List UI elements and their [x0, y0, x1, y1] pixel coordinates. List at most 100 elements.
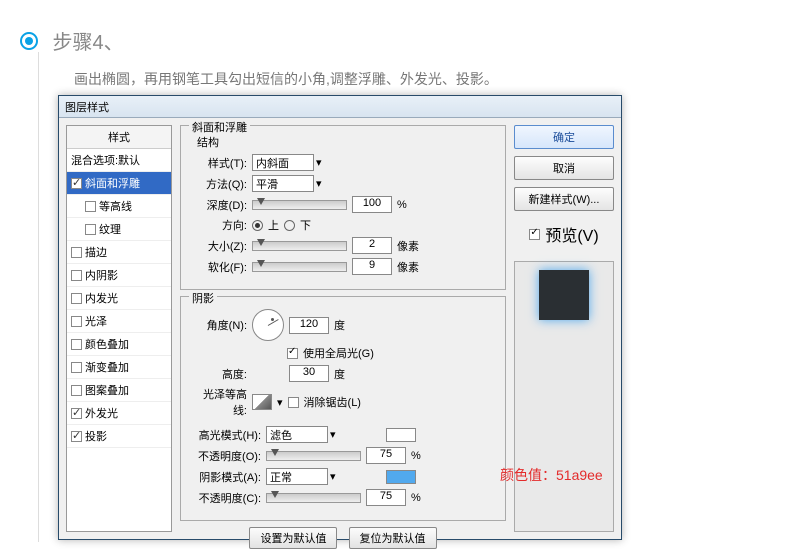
default-buttons-row: 设置为默认值 复位为默认值	[180, 527, 506, 549]
soften-input[interactable]: 9	[352, 258, 392, 275]
angle-label: 角度(N):	[191, 317, 247, 333]
preview-checkbox[interactable]	[529, 229, 540, 240]
depth-input[interactable]: 100	[352, 196, 392, 213]
shading-group: 阴影 角度(N): 120 度 使用全局光(G) 高度: 30 度	[180, 296, 506, 521]
style-list-item[interactable]: 颜色叠加	[67, 333, 171, 356]
shadow-color-swatch[interactable]	[386, 470, 416, 484]
style-checkbox[interactable]	[71, 316, 82, 327]
shadow-opacity-slider[interactable]	[266, 493, 361, 503]
style-list-item[interactable]: 混合选项:默认	[67, 149, 171, 172]
style-item-label: 投影	[85, 428, 107, 444]
step-connector-line	[38, 52, 39, 542]
set-default-button[interactable]: 设置为默认值	[249, 527, 337, 549]
direction-down-label: 下	[300, 217, 311, 233]
style-item-label: 斜面和浮雕	[85, 175, 140, 191]
reset-default-button[interactable]: 复位为默认值	[349, 527, 437, 549]
size-input[interactable]: 2	[352, 237, 392, 254]
style-checkbox[interactable]	[71, 339, 82, 350]
soften-label: 软化(F):	[191, 259, 247, 275]
step-bullet-icon	[20, 32, 38, 50]
style-checkbox[interactable]	[85, 201, 96, 212]
direction-label: 方向:	[191, 217, 247, 233]
style-select[interactable]: 内斜面	[252, 154, 314, 171]
style-list-header: 样式	[67, 126, 171, 149]
caret-down-icon[interactable]: ▾	[316, 156, 322, 169]
bevel-group: 斜面和浮雕 结构 样式(T): 内斜面▾ 方法(Q): 平滑▾ 深度(D): 1…	[180, 125, 506, 290]
style-list-item[interactable]: 渐变叠加	[67, 356, 171, 379]
preview-thumbnail	[539, 270, 589, 320]
highlight-mode-select[interactable]: 滤色	[266, 426, 328, 443]
angle-unit: 度	[334, 317, 358, 333]
style-item-label: 图案叠加	[85, 382, 129, 398]
preview-area	[514, 261, 614, 532]
style-list-item[interactable]: 光泽	[67, 310, 171, 333]
style-item-label: 渐变叠加	[85, 359, 129, 375]
style-item-label: 描边	[85, 244, 107, 260]
structure-legend: 结构	[197, 134, 495, 150]
altitude-label: 高度:	[191, 366, 247, 382]
new-style-button[interactable]: 新建样式(W)...	[514, 187, 614, 211]
style-item-label: 外发光	[85, 405, 118, 421]
angle-knob[interactable]	[252, 309, 284, 341]
depth-label: 深度(D):	[191, 197, 247, 213]
highlight-opacity-input[interactable]: 75	[366, 447, 406, 464]
options-panel: 斜面和浮雕 结构 样式(T): 内斜面▾ 方法(Q): 平滑▾ 深度(D): 1…	[180, 125, 506, 532]
altitude-unit: 度	[334, 366, 358, 382]
method-select[interactable]: 平滑	[252, 175, 314, 192]
style-list-item[interactable]: 等高线	[67, 195, 171, 218]
dialog-titlebar[interactable]: 图层样式	[59, 96, 621, 118]
caret-down-icon[interactable]: ▾	[316, 177, 322, 190]
antialias-label: 消除锯齿(L)	[304, 394, 361, 410]
highlight-opacity-unit: %	[411, 450, 435, 462]
style-list-item[interactable]: 投影	[67, 425, 171, 448]
style-list-item[interactable]: 图案叠加	[67, 379, 171, 402]
shadow-opacity-input[interactable]: 75	[366, 489, 406, 506]
style-checkbox[interactable]	[71, 362, 82, 373]
preview-label: 预览(V)	[545, 222, 598, 246]
shadow-opacity-label: 不透明度(C):	[191, 490, 261, 506]
caret-down-icon[interactable]: ▾	[330, 470, 336, 483]
shadow-mode-select[interactable]: 正常	[266, 468, 328, 485]
style-checkbox[interactable]	[71, 247, 82, 258]
size-slider[interactable]	[252, 241, 347, 251]
style-item-label: 内发光	[85, 290, 118, 306]
style-checkbox[interactable]	[71, 178, 82, 189]
style-checkbox[interactable]	[71, 293, 82, 304]
style-item-label: 混合选项:默认	[71, 152, 140, 168]
shadow-mode-label: 阴影模式(A):	[191, 469, 261, 485]
step-description: 画出椭圆，再用钢笔工具勾出短信的小角,调整浮雕、外发光、投影。	[74, 69, 800, 89]
style-checkbox[interactable]	[71, 270, 82, 281]
style-checkbox[interactable]	[85, 224, 96, 235]
step-title: 步骤4、	[52, 32, 123, 54]
soften-slider[interactable]	[252, 262, 347, 272]
style-list-item[interactable]: 斜面和浮雕	[67, 172, 171, 195]
depth-slider[interactable]	[252, 200, 347, 210]
cancel-button[interactable]: 取消	[514, 156, 614, 180]
bevel-legend: 斜面和浮雕	[189, 119, 250, 135]
style-list-item[interactable]: 外发光	[67, 402, 171, 425]
style-checkbox[interactable]	[71, 385, 82, 396]
style-item-label: 颜色叠加	[85, 336, 129, 352]
style-checkbox[interactable]	[71, 408, 82, 419]
style-list-item[interactable]: 内发光	[67, 287, 171, 310]
highlight-color-swatch[interactable]	[386, 428, 416, 442]
global-light-checkbox[interactable]	[287, 348, 298, 359]
gloss-contour-picker[interactable]	[252, 394, 272, 410]
depth-unit: %	[397, 199, 421, 211]
style-item-label: 光泽	[85, 313, 107, 329]
style-list-item[interactable]: 纹理	[67, 218, 171, 241]
highlight-opacity-slider[interactable]	[266, 451, 361, 461]
caret-down-icon[interactable]: ▾	[330, 428, 336, 441]
style-list-item[interactable]: 内阴影	[67, 264, 171, 287]
ok-button[interactable]: 确定	[514, 125, 614, 149]
altitude-input[interactable]: 30	[289, 365, 329, 382]
step-header: 步骤4、 画出椭圆，再用钢笔工具勾出短信的小角,调整浮雕、外发光、投影。	[0, 0, 800, 89]
style-list-item[interactable]: 描边	[67, 241, 171, 264]
direction-down-radio[interactable]	[284, 220, 295, 231]
angle-input[interactable]: 120	[289, 317, 329, 334]
caret-down-icon[interactable]: ▾	[277, 396, 283, 409]
size-label: 大小(Z):	[191, 238, 247, 254]
antialias-checkbox[interactable]	[288, 397, 299, 408]
direction-up-radio[interactable]	[252, 220, 263, 231]
style-checkbox[interactable]	[71, 431, 82, 442]
